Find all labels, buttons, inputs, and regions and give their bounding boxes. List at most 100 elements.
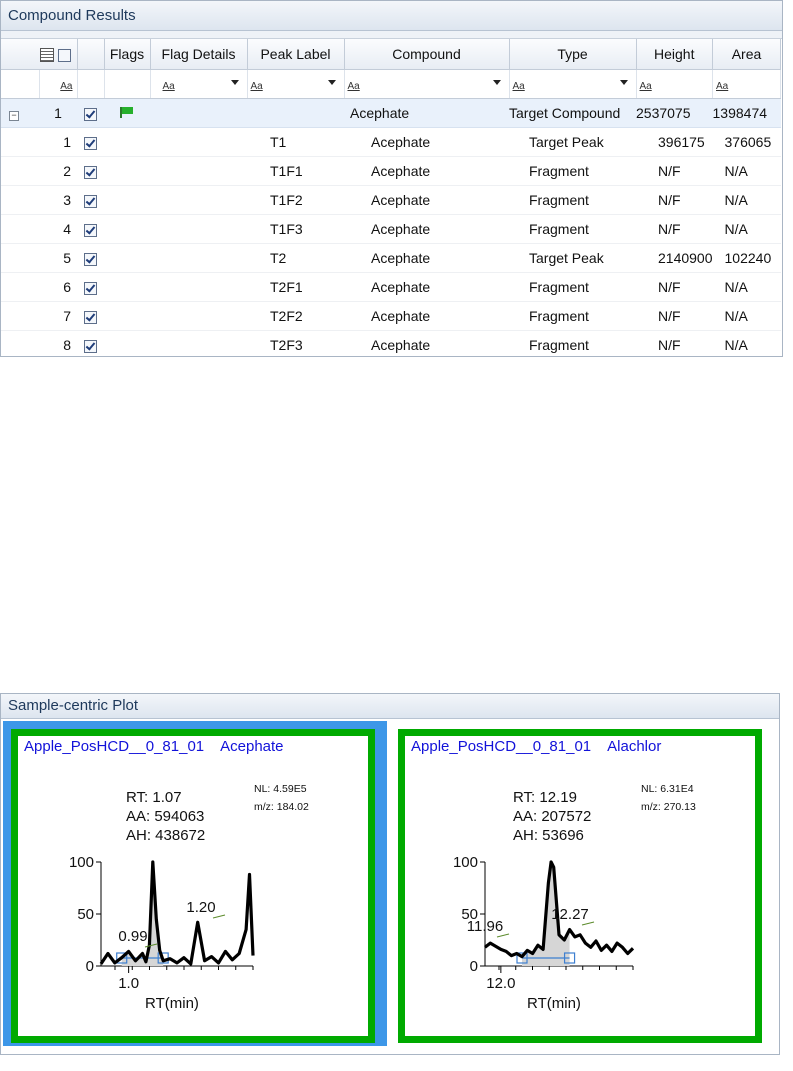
sample-centric-plot-panel: Sample-centric Plot Apple_PosHCD__0_81_0… <box>0 693 780 1055</box>
chevron-down-icon[interactable] <box>492 80 501 85</box>
flag-details-cell <box>150 98 247 128</box>
row-spacer <box>1 156 39 186</box>
peak-label: 0.99 <box>118 928 147 945</box>
compound-cell: Acephate <box>344 301 509 331</box>
check-cell[interactable] <box>77 243 104 273</box>
type-cell: Target Compound <box>509 98 636 128</box>
column-chooser[interactable] <box>1 39 78 70</box>
table-row[interactable]: 5 T2 Acephate Target Peak 2140900 102240 <box>1 243 781 273</box>
x-tick-label: 1.0 <box>118 975 139 992</box>
compound-cell: Acephate <box>344 127 509 157</box>
row-checkbox[interactable] <box>84 107 97 121</box>
height-cell: N/F <box>636 185 713 215</box>
header-area[interactable]: Area <box>712 39 782 70</box>
type-cell: Fragment <box>509 185 636 215</box>
check-cell[interactable] <box>77 98 104 128</box>
peak-label-cell: T1F3 <box>247 214 344 244</box>
type-cell: Fragment <box>509 330 636 356</box>
type-cell: Fragment <box>509 301 636 331</box>
filter-type[interactable]: Aa <box>509 69 637 99</box>
row-index: 1 <box>39 127 77 157</box>
y-tick-label: 0 <box>470 958 478 975</box>
x-axis-label: RT(min) <box>145 995 199 1012</box>
compound-cell: Acephate <box>344 156 509 186</box>
header-type[interactable]: Type <box>509 39 637 70</box>
row-index: 2 <box>39 156 77 186</box>
flags-cell <box>104 127 150 157</box>
row-spacer <box>1 127 39 157</box>
peak-label: 11.96 <box>467 918 503 935</box>
row-checkbox[interactable] <box>84 339 97 353</box>
plot-acephate[interactable]: Apple_PosHCD__0_81_01 Acephate NL: 4.59E5… <box>11 729 375 1043</box>
row-checkbox[interactable] <box>84 194 97 208</box>
row-index: 3 <box>39 185 77 215</box>
type-cell: Fragment <box>509 272 636 302</box>
height-cell: N/F <box>636 156 713 186</box>
column-chooser-icon[interactable] <box>39 48 54 63</box>
chromatogram-chart[interactable]: 10050012.0RT(min)11.9612.27 <box>405 736 755 1036</box>
table-row[interactable]: 4 T1F3 Acephate Fragment N/F N/A <box>1 214 781 244</box>
peak-label-cell: T1F2 <box>247 185 344 215</box>
expand-cell[interactable]: − <box>1 98 39 128</box>
compound-results-panel: Compound Results Flags Flag Details Peak… <box>0 0 783 357</box>
peak-label-cell: T2F2 <box>247 301 344 331</box>
filter-flag-details[interactable]: Aa <box>150 69 248 99</box>
compound-row[interactable]: − 1 Acephate Target Compound 2537075 139… <box>1 98 781 128</box>
flags-cell <box>104 185 150 215</box>
row-index: 8 <box>39 330 77 356</box>
flags-cell <box>104 243 150 273</box>
filter-index[interactable]: Aa <box>39 69 78 99</box>
row-checkbox[interactable] <box>84 310 97 324</box>
header-row: Flags Flag Details Peak Label Compound T… <box>1 39 782 70</box>
filter-height[interactable]: Aa <box>636 69 714 99</box>
check-cell[interactable] <box>77 127 104 157</box>
chevron-down-icon[interactable] <box>327 80 336 85</box>
check-cell[interactable] <box>77 214 104 244</box>
filter-area[interactable]: Aa <box>712 69 782 99</box>
compound-cell: Acephate <box>344 243 509 273</box>
collapse-icon[interactable]: − <box>9 111 19 121</box>
table-row[interactable]: 6 T2F1 Acephate Fragment N/F N/A <box>1 272 781 302</box>
row-checkbox[interactable] <box>84 165 97 179</box>
type-cell: Fragment <box>509 156 636 186</box>
flag-details-cell <box>150 272 247 302</box>
table-row[interactable]: 1 T1 Acephate Target Peak 396175 376065 <box>1 127 781 157</box>
header-compound[interactable]: Compound <box>344 39 510 70</box>
table-row[interactable]: 3 T1F2 Acephate Fragment N/F N/A <box>1 185 781 215</box>
table-row[interactable]: 2 T1F1 Acephate Fragment N/F N/A <box>1 156 781 186</box>
row-checkbox[interactable] <box>84 136 97 150</box>
row-checkbox[interactable] <box>84 252 97 266</box>
filter-peak-label[interactable]: Aa <box>247 69 345 99</box>
table-row[interactable]: 8 T2F3 Acephate Fragment N/F N/A <box>1 330 781 356</box>
row-spacer <box>1 185 39 215</box>
check-cell[interactable] <box>77 272 104 302</box>
height-cell: 396175 <box>636 127 713 157</box>
filter-compound[interactable]: Aa <box>344 69 510 99</box>
check-cell[interactable] <box>77 156 104 186</box>
check-cell[interactable] <box>77 330 104 356</box>
row-checkbox[interactable] <box>84 223 97 237</box>
check-cell[interactable] <box>77 185 104 215</box>
plot-alachlor[interactable]: Apple_PosHCD__0_81_01 Alachlor NL: 6.31E4… <box>398 729 762 1043</box>
filter-cell <box>104 69 151 99</box>
area-cell: 1398474 <box>712 98 781 128</box>
height-cell: N/F <box>636 214 713 244</box>
chevron-down-icon[interactable] <box>230 80 239 85</box>
peak-rows: 1 T1 Acephate Target Peak 396175 376065 2 T1F1 A… <box>1 127 781 356</box>
header-peak-label[interactable]: Peak Label <box>247 39 345 70</box>
header-flags[interactable]: Flags <box>104 39 151 70</box>
compound-cell: Acephate <box>344 330 509 356</box>
table-row[interactable]: 7 T2F2 Acephate Fragment N/F N/A <box>1 301 781 331</box>
compound-cell: Acephate <box>344 98 509 128</box>
panel-toolbar-strip <box>1 31 782 39</box>
chevron-down-icon[interactable] <box>619 80 628 85</box>
chromatogram-chart[interactable]: 100 50 0 1.0 RT(min) 0.99 1.20 <box>18 736 368 1036</box>
select-all-checkbox[interactable] <box>57 48 71 62</box>
row-checkbox[interactable] <box>84 281 97 295</box>
height-cell: N/F <box>636 272 713 302</box>
header-height[interactable]: Height <box>636 39 714 70</box>
results-grid: Flags Flag Details Peak Label Compound T… <box>1 39 782 356</box>
check-cell[interactable] <box>77 301 104 331</box>
height-cell: 2140900 <box>636 243 713 273</box>
header-flag-details[interactable]: Flag Details <box>150 39 248 70</box>
